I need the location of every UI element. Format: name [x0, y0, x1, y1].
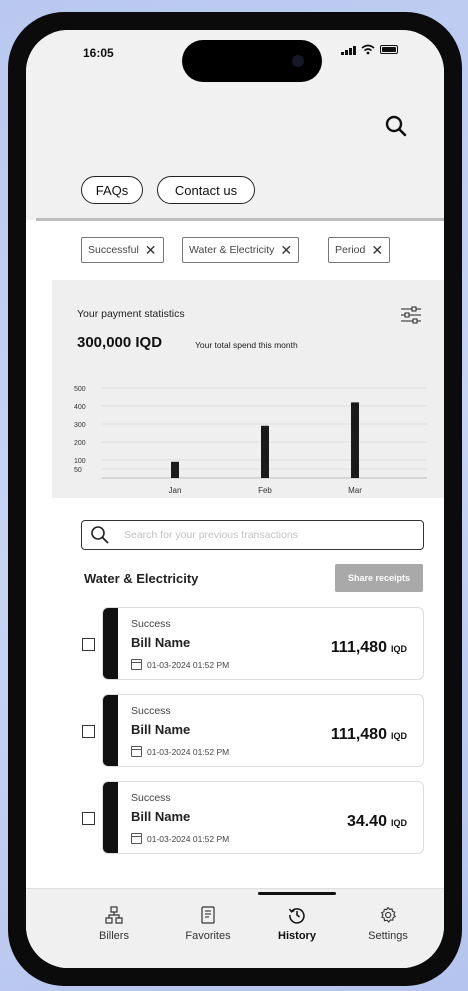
x-tick-label: Feb: [258, 486, 272, 495]
filter-chip-period[interactable]: Period ✕: [328, 237, 391, 263]
amount-value: 34.40: [346, 813, 387, 830]
transactions-search[interactable]: [81, 520, 424, 550]
tab-label: History: [278, 930, 316, 942]
close-icon[interactable]: ✕: [371, 242, 383, 259]
status-time: 16:05: [83, 46, 114, 60]
bill-name: Bill Name: [131, 809, 191, 824]
x-tick-label: Mar: [348, 486, 362, 495]
tab-label: Favorites: [185, 930, 231, 942]
transaction-amount: 34.40 IQD: [347, 813, 407, 831]
favorites-icon: [201, 906, 215, 924]
filter-chip-label: Period: [335, 244, 366, 256]
transaction-amount: 111,480 IQD: [331, 639, 407, 657]
y-tick-label: 100: [74, 458, 86, 465]
search-icon[interactable]: [382, 112, 410, 140]
payment-bar-chart: 500 400 300 200 100 50 Jan Feb Mar: [74, 386, 427, 495]
select-checkbox[interactable]: [82, 725, 95, 738]
select-checkbox[interactable]: [82, 638, 95, 651]
amount-value: 111,480: [330, 726, 387, 743]
bar: [261, 425, 269, 478]
faqs-label: FAQs: [95, 182, 129, 198]
card-stripe: [103, 608, 118, 679]
filter-chip-successful[interactable]: Successful ✕: [81, 237, 164, 263]
tab-settings[interactable]: Settings: [348, 906, 428, 942]
stats-subtitle: Your total spend this month: [195, 340, 298, 350]
calendar-icon: [131, 833, 142, 844]
signal-icon: [341, 45, 356, 55]
transaction-status: Success: [131, 618, 171, 630]
date-text: 01-03-2024 01:52 PM: [147, 833, 230, 844]
status-icons: [341, 44, 398, 55]
calendar-icon: [131, 659, 142, 670]
date-text: 01-03-2024 01:52 PM: [147, 659, 230, 670]
currency: IQD: [390, 644, 407, 654]
transaction-date: 01-03-2024 01:52 PM: [131, 833, 229, 844]
faqs-button[interactable]: FAQs: [81, 176, 143, 204]
settings-icon: [380, 906, 397, 923]
wifi-icon: [361, 44, 375, 55]
bill-name: Bill Name: [131, 635, 191, 650]
select-checkbox[interactable]: [82, 812, 95, 825]
header-divider: [36, 218, 444, 221]
filter-chip-label: Water & Electricity: [189, 244, 275, 256]
transaction-card[interactable]: Success Bill Name 01-03-2024 01:52 PM 34…: [102, 781, 424, 854]
section-title: Water & Electricity: [84, 571, 199, 586]
tab-billers[interactable]: Billers: [74, 906, 154, 942]
currency: IQD: [390, 731, 407, 741]
stats-amount: 300,000 IQD: [77, 334, 163, 351]
date-text: 01-03-2024 01:52 PM: [147, 746, 230, 757]
tab-history[interactable]: History: [257, 906, 337, 942]
bar: [351, 402, 359, 478]
tab-favorites[interactable]: Favorites: [168, 906, 248, 942]
bar: [171, 461, 179, 478]
transaction-date: 01-03-2024 01:52 PM: [131, 746, 229, 757]
contact-us-button[interactable]: Contact us: [157, 176, 255, 204]
y-tick-label: 500: [74, 386, 86, 393]
transaction-amount: 111,480 IQD: [331, 726, 407, 744]
currency: IQD: [390, 818, 407, 828]
bill-name: Bill Name: [131, 722, 191, 737]
x-tick-label: Jan: [169, 486, 182, 495]
amount-value: 111,480: [330, 639, 387, 656]
close-icon[interactable]: ✕: [280, 242, 292, 259]
filter-settings-icon[interactable]: [400, 306, 422, 324]
share-receipts-button[interactable]: Share receipts: [335, 564, 423, 592]
screen: 16:05 FAQs Contact us Successful ✕ Water…: [26, 30, 444, 968]
stats-label: Your payment statistics: [77, 308, 185, 320]
home-indicator: [258, 892, 336, 895]
tab-label: Billers: [99, 930, 129, 942]
y-tick-label: 400: [74, 404, 86, 411]
close-icon[interactable]: ✕: [145, 242, 157, 259]
share-receipts-label: Share receipts: [347, 573, 411, 583]
calendar-icon: [131, 746, 142, 757]
battery-icon: [380, 45, 398, 54]
contact-us-label: Contact us: [174, 182, 238, 198]
search-icon: [91, 526, 109, 544]
filter-chip-label: Successful: [88, 244, 139, 256]
transaction-status: Success: [131, 705, 171, 717]
search-input[interactable]: [124, 525, 414, 545]
transaction-card[interactable]: Success Bill Name 01-03-2024 01:52 PM 11…: [102, 607, 424, 680]
payment-statistics-panel: Your payment statistics 300,000 IQD Your…: [52, 280, 444, 498]
card-stripe: [103, 782, 118, 853]
filter-chip-water-electricity[interactable]: Water & Electricity ✕: [182, 237, 300, 263]
y-tick-label: 200: [74, 440, 86, 447]
card-stripe: [103, 695, 118, 766]
tab-label: Settings: [368, 930, 408, 942]
history-icon: [288, 908, 305, 924]
y-tick-label: 300: [74, 422, 86, 429]
transaction-date: 01-03-2024 01:52 PM: [131, 659, 229, 670]
dynamic-island: [182, 40, 322, 82]
billers-icon: [105, 906, 123, 924]
y-tick-label: 50: [74, 467, 82, 474]
transaction-card[interactable]: Success Bill Name 01-03-2024 01:52 PM 11…: [102, 694, 424, 767]
transaction-status: Success: [131, 792, 171, 804]
phone-frame: 16:05 FAQs Contact us Successful ✕ Water…: [8, 12, 462, 986]
